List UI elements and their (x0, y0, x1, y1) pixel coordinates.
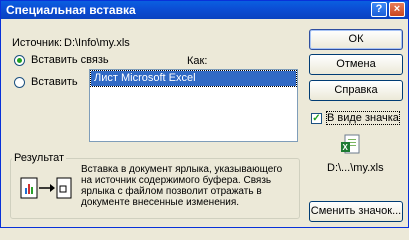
paste-link-radio[interactable] (14, 55, 25, 66)
svg-text:X: X (343, 143, 349, 152)
list-item[interactable]: Лист Microsoft Excel (90, 70, 297, 87)
title-bar[interactable]: Специальная вставка ? × (1, 1, 408, 19)
help-button[interactable]: Справка (309, 80, 403, 101)
display-as-icon-label[interactable]: В виде значка (326, 111, 400, 125)
paste-label[interactable]: Вставить (31, 76, 78, 88)
cancel-button[interactable]: Отмена (309, 54, 403, 75)
result-label: Результат (12, 152, 67, 164)
source-path: D:\Info\my.xls (64, 37, 130, 49)
display-as-icon-checkbox[interactable]: ✓ (311, 113, 322, 124)
dialog-title: Специальная вставка (6, 3, 136, 17)
ok-button[interactable]: ОК (309, 29, 403, 50)
paste-radio[interactable] (14, 77, 25, 88)
as-label: Как: (187, 55, 208, 67)
paste-link-label[interactable]: Вставить связь (31, 54, 109, 66)
paste-link-result-icon (20, 176, 72, 200)
as-listbox[interactable]: Лист Microsoft Excel (89, 69, 298, 142)
source-label: Источник: (12, 37, 63, 49)
help-title-button[interactable]: ? (371, 2, 387, 17)
result-description: Вставка в документ ярлыка, указывающего … (81, 164, 283, 208)
icon-caption: D:\...\my.xls (327, 162, 384, 174)
excel-file-icon: X (340, 134, 362, 156)
change-icon-button[interactable]: Сменить значок... (309, 201, 403, 222)
paste-special-dialog: Специальная вставка ? × Источник: D:\Inf… (0, 0, 409, 228)
close-button[interactable]: × (389, 2, 405, 17)
